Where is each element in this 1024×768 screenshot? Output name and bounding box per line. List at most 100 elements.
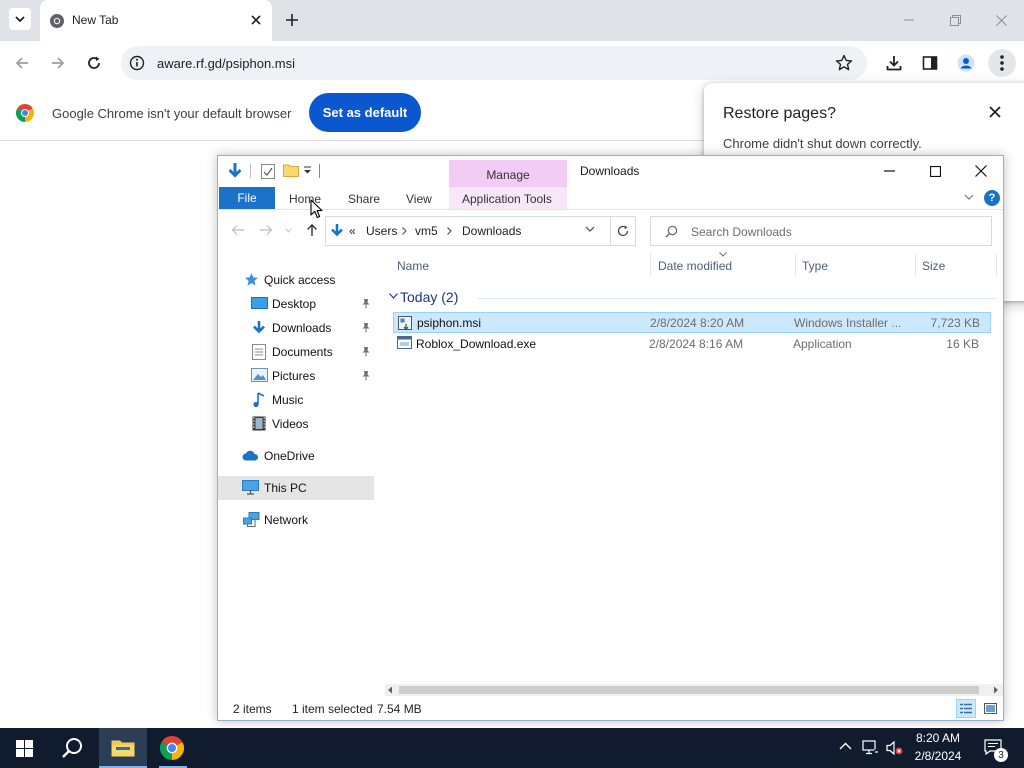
explorer-maximize-button[interactable]	[912, 156, 958, 186]
bookmark-star-icon[interactable]	[835, 54, 853, 72]
explorer-address-bar[interactable]: « Users vm5 Downloads	[325, 216, 636, 246]
back-button[interactable]	[10, 51, 34, 75]
scrollbar-thumb[interactable]	[399, 686, 979, 694]
file-row[interactable]: Roblox_Download.exe 2/8/2024 8:16 AM App…	[393, 334, 991, 355]
column-header-size[interactable]: Size	[922, 259, 945, 273]
tab-share[interactable]: Share	[348, 192, 380, 206]
back-button[interactable]	[228, 222, 248, 238]
help-icon[interactable]: ?	[984, 190, 1000, 206]
explorer-minimize-button[interactable]	[866, 156, 912, 186]
windows-logo-icon	[15, 739, 33, 757]
address-history-icon[interactable]	[585, 226, 595, 232]
chevron-down-icon	[15, 15, 25, 23]
chrome-menu-button[interactable]	[988, 49, 1016, 77]
search-placeholder: Search Downloads	[691, 225, 792, 239]
side-panel-button[interactable]	[918, 51, 942, 75]
chrome-close-button[interactable]	[986, 8, 1016, 32]
nav-item-documents[interactable]: Documents	[218, 340, 380, 364]
nav-label: Quick access	[264, 273, 336, 287]
new-folder-icon[interactable]	[283, 163, 299, 177]
explorer-search-box[interactable]: Search Downloads	[650, 216, 992, 246]
breadcrumb-downloads[interactable]: Downloads	[462, 224, 521, 238]
breadcrumb-overflow[interactable]: «	[349, 224, 356, 238]
tab-search-button[interactable]	[9, 8, 31, 30]
column-divider[interactable]	[650, 254, 651, 276]
close-icon[interactable]	[986, 103, 1004, 121]
column-header-date-modified[interactable]: Date modified	[658, 259, 732, 273]
details-view-button[interactable]	[956, 699, 976, 718]
forward-button[interactable]	[256, 222, 276, 238]
customize-toolbar-icon[interactable]	[303, 166, 312, 175]
explorer-close-button[interactable]	[958, 156, 1004, 186]
nav-item-downloads[interactable]: Downloads	[218, 316, 380, 340]
clock-time[interactable]: 8:20 AM	[906, 731, 970, 745]
column-divider[interactable]	[795, 254, 796, 276]
nav-item-this-pc[interactable]: This PC	[218, 476, 374, 500]
start-button[interactable]	[0, 728, 48, 768]
taskbar-search-button[interactable]	[48, 728, 96, 768]
url-text[interactable]: aware.rf.gd/psiphon.msi	[157, 56, 295, 71]
file-row[interactable]: psiphon.msi 2/8/2024 8:20 AM Windows Ins…	[393, 312, 991, 333]
item-count: 2 items	[233, 702, 272, 716]
close-icon	[975, 165, 987, 177]
reload-button[interactable]	[82, 51, 106, 75]
column-header-type[interactable]: Type	[802, 259, 828, 273]
expand-ribbon-icon[interactable]	[964, 194, 974, 200]
nav-label: Desktop	[272, 297, 317, 311]
chrome-logo-icon	[16, 104, 34, 122]
nav-item-quick-access[interactable]: Quick access	[218, 268, 380, 292]
download-arrow-icon	[251, 320, 267, 336]
nav-item-onedrive[interactable]: OneDrive	[218, 444, 380, 468]
nav-label: Music	[272, 393, 304, 407]
recent-locations-button[interactable]	[282, 222, 294, 238]
close-tab-icon[interactable]	[248, 12, 264, 28]
column-divider[interactable]	[996, 254, 997, 276]
breadcrumb-separator-icon[interactable]	[447, 227, 452, 235]
tab-view[interactable]: View	[406, 192, 432, 206]
nav-item-network[interactable]: Network	[218, 508, 380, 532]
breadcrumb-users[interactable]: Users	[366, 224, 397, 238]
new-tab-button[interactable]	[282, 10, 302, 30]
refresh-button[interactable]	[610, 216, 636, 246]
forward-button[interactable]	[46, 51, 70, 75]
nav-item-videos[interactable]: Videos	[218, 412, 380, 436]
chrome-restore-button[interactable]	[940, 8, 970, 32]
group-divider	[477, 298, 997, 299]
profile-button[interactable]	[954, 51, 978, 75]
tab-file[interactable]: File	[219, 187, 275, 209]
breadcrumb-vm5[interactable]: vm5	[415, 224, 438, 238]
nav-item-desktop[interactable]: Desktop	[218, 292, 380, 316]
properties-icon[interactable]	[261, 164, 275, 179]
address-bar[interactable]: aware.rf.gd/psiphon.msi	[121, 46, 867, 80]
volume-muted-icon[interactable]	[886, 740, 904, 756]
arrow-left-icon	[15, 56, 29, 70]
nav-item-pictures[interactable]: Pictures	[218, 364, 380, 388]
set-as-default-button[interactable]: Set as default	[309, 93, 421, 132]
column-header-name[interactable]: Name	[397, 259, 429, 273]
file-name: Roblox_Download.exe	[416, 337, 537, 351]
downloads-button[interactable]	[882, 51, 906, 75]
nav-item-music[interactable]: Music	[218, 388, 380, 412]
column-divider[interactable]	[915, 254, 916, 276]
breadcrumb-separator-icon[interactable]	[402, 227, 407, 235]
taskbar-chrome[interactable]	[148, 728, 196, 768]
taskbar-file-explorer[interactable]	[99, 728, 147, 768]
explorer-window-title: Downloads	[580, 164, 640, 178]
site-info-icon[interactable]	[129, 55, 145, 71]
windows-taskbar: 8:20 AM 2/8/2024 3	[0, 728, 1024, 768]
network-status-icon[interactable]	[862, 740, 880, 756]
scroll-left-icon[interactable]	[387, 686, 393, 694]
clock-date[interactable]: 2/8/2024	[906, 749, 970, 763]
minimize-icon	[883, 170, 895, 172]
qa-divider	[250, 164, 251, 178]
large-icons-view-button[interactable]	[980, 699, 1000, 718]
pictures-icon	[251, 368, 268, 382]
chrome-minimize-button[interactable]	[894, 8, 924, 32]
horizontal-scrollbar[interactable]	[385, 684, 1003, 696]
tab-new-tab[interactable]: New Tab	[40, 0, 272, 41]
scroll-right-icon[interactable]	[993, 686, 999, 694]
group-header-today[interactable]: Today (2)	[385, 286, 1003, 310]
up-button[interactable]	[302, 222, 322, 238]
tab-application-tools[interactable]: Application Tools	[462, 192, 552, 206]
show-hidden-icons-icon[interactable]	[839, 742, 852, 750]
